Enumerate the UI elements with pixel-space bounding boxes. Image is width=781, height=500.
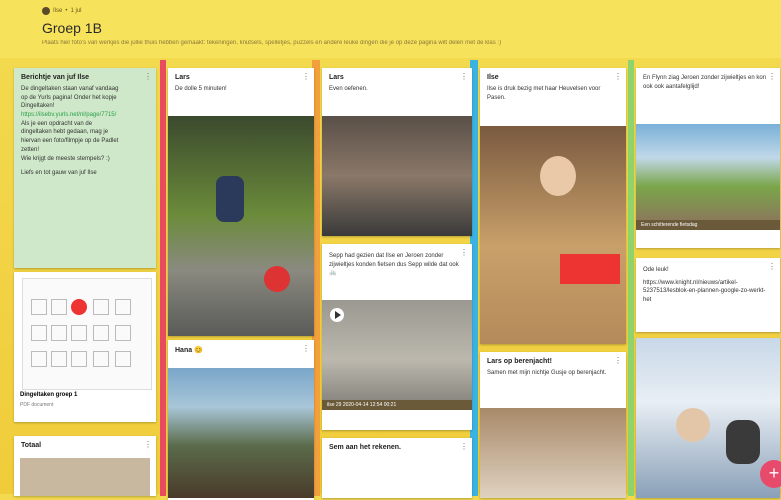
line: hiervan een foto/filmpje op de Padlet — [21, 138, 119, 145]
document-type: PDF document — [20, 402, 54, 408]
avatar — [42, 7, 50, 15]
post-text: En Flynn ziag Jeroen zonder zijwieltjes … — [643, 75, 767, 90]
post-card[interactable]: Hana 😊 ⋮ — [168, 340, 314, 500]
post-title: Sem aan het rekenen. — [329, 444, 401, 451]
post-text: Samen met mijn nichtje Gusje op berenjac… — [487, 370, 607, 376]
post-text: Sepp had gezien dat Ilse en Jeroen zonde… — [329, 253, 459, 277]
post-text: Even oefenen. — [329, 86, 368, 92]
document-card[interactable]: Dingeltaken groep 1 PDF document — [14, 272, 156, 422]
post-image — [636, 338, 780, 498]
post-card[interactable]: Ilse Ilse is druk bezig met haar Heuvels… — [480, 68, 626, 344]
post-title: Lars — [175, 74, 190, 81]
more-options-icon[interactable]: ⋮ — [302, 72, 310, 81]
line: Liefs en tot gauw van juf Ilse — [21, 170, 97, 177]
emoji: 😊 — [194, 347, 203, 354]
post-image — [480, 408, 626, 498]
line: Wie krijgt de meeste stempels? :) — [21, 155, 110, 162]
line: op de Yurls pagina! Onder het kopje — [21, 94, 117, 101]
timestamp: 1 jul — [70, 8, 82, 14]
yurls-link[interactable]: https://ilsebv.yurls.net/nl/page/7715/ — [21, 111, 149, 120]
video-duration: 00:21 — [383, 402, 397, 408]
play-icon[interactable] — [330, 308, 344, 322]
video-caption: ilse 29 2020-04-14 12:54 00:21 — [322, 400, 472, 410]
line: Als je een opdracht van de — [21, 120, 93, 127]
post-image — [322, 116, 472, 236]
line: dingeltaken hebt gedaan, mag je — [21, 129, 109, 136]
more-options-icon[interactable]: ⋮ — [144, 72, 152, 81]
post-text: Ilse is druk bezig met haar Heuvelsen vo… — [487, 86, 601, 101]
more-options-icon[interactable]: ⋮ — [614, 356, 622, 365]
post-card[interactable]: En Flynn ziag Jeroen zonder zijwieltjes … — [636, 68, 780, 248]
more-options-icon[interactable]: ⋮ — [768, 72, 776, 81]
post-card[interactable]: Lars Even oefenen. ⋮ — [322, 68, 472, 236]
more-options-icon[interactable]: ⋮ — [768, 262, 776, 271]
more-options-icon[interactable]: ⋮ — [460, 442, 468, 451]
link-card[interactable]: Ode leuk! https://www.knight.nl/nieuws/a… — [636, 258, 780, 332]
post-title: Hana 😊 — [168, 340, 314, 356]
add-post-button[interactable]: + — [760, 460, 781, 488]
title-text: Hana — [175, 347, 193, 354]
more-options-icon[interactable]: ⋮ — [614, 72, 622, 81]
post-text: De dolle 5 minuten! — [175, 86, 227, 92]
post-text: Ode leuk! — [643, 267, 669, 273]
board-header: Ilse • 1 jul Groep 1B Plaats hier foto's… — [0, 0, 781, 58]
document-thumbnail — [22, 278, 152, 390]
more-options-icon[interactable]: ⋮ — [460, 72, 468, 81]
post-card[interactable]: Lars op berenjacht! Samen met mijn nicht… — [480, 352, 626, 498]
post-text: De dingeltaken staan vanaf vandaag op de… — [14, 83, 156, 180]
post-card[interactable] — [636, 338, 780, 498]
page-subtitle: Plaats hier foto's van werkjes die julli… — [42, 40, 502, 46]
line: zetten! — [21, 146, 40, 153]
line: De dingeltaken staan vanaf vandaag — [21, 86, 119, 92]
post-card[interactable]: Totaal ⋮ — [14, 436, 156, 496]
post-image — [168, 368, 314, 498]
breadcrumb-sep: • — [65, 8, 68, 14]
more-options-icon[interactable]: ⋮ — [144, 440, 152, 449]
post-title: Berichtje van juf Ilse — [21, 74, 90, 81]
video-card[interactable]: Sepp had gezien dat Ilse en Jeroen zonde… — [322, 244, 472, 430]
post-card[interactable]: Sem aan het rekenen. ⋮ — [322, 438, 472, 498]
post-image — [636, 124, 780, 220]
post-title: Lars op berenjacht! — [487, 358, 552, 365]
more-options-icon[interactable]: ⋮ — [460, 248, 468, 257]
post-image — [480, 126, 626, 344]
post-link[interactable]: https://www.knight.nl/nieuws/artikel-523… — [636, 277, 780, 307]
breadcrumb: Ilse • 1 jul — [42, 7, 81, 15]
post-title: Totaal — [21, 442, 42, 449]
video-thumbnail[interactable] — [322, 300, 472, 400]
author-name: Ilse — [53, 8, 63, 14]
document-title: Dingeltaken groep 1 — [20, 392, 78, 398]
line: Dingeltaken! — [21, 103, 55, 110]
post-card[interactable]: Lars De dolle 5 minuten! ⋮ — [168, 68, 314, 336]
post-image — [168, 116, 314, 336]
more-options-icon[interactable]: ⋮ — [302, 344, 310, 353]
post-card[interactable]: Berichtje van juf Ilse De dingeltaken st… — [14, 68, 156, 268]
page-title: Groep 1B — [42, 20, 102, 36]
post-image — [20, 458, 150, 496]
image-caption: Een schitterende fietsdag — [636, 220, 780, 230]
post-title: Ilse — [487, 74, 499, 81]
caption-text: ilse 29 2020-04-14 12:54 — [327, 402, 383, 408]
post-title: Lars — [329, 74, 344, 81]
